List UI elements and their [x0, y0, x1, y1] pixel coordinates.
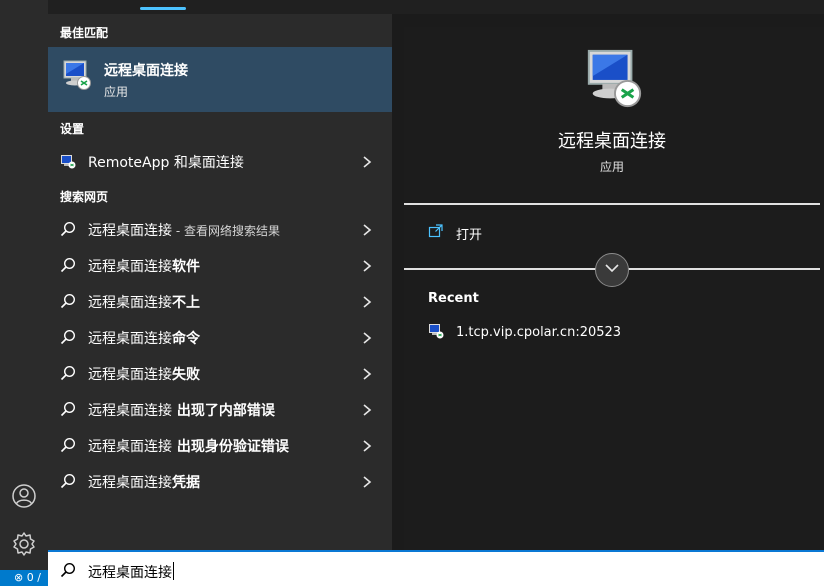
web-search-header: 搜索网页 [60, 190, 109, 204]
chevron-right-icon [360, 258, 374, 272]
web-result-highlight: 软件 [172, 259, 200, 275]
search-icon [60, 401, 76, 417]
search-icon [60, 437, 76, 453]
search-icon [60, 365, 76, 381]
chevron-right-icon [360, 330, 374, 344]
search-results-panel: 最佳匹配 远程桌面连接 应用 设置 RemoteApp 和桌面连接 搜索网页 远… [48, 14, 392, 550]
web-result-item[interactable]: 远程桌面连接不上 [48, 284, 392, 318]
web-result-text: 远程桌面连接 [88, 439, 172, 455]
settings-gear-icon[interactable] [10, 530, 38, 558]
account-icon[interactable] [10, 482, 38, 510]
web-result-hint: - 查看网络搜索结果 [172, 224, 280, 238]
tab-indicator [140, 7, 186, 10]
web-result-text: 远程桌面连接 [88, 259, 172, 275]
remote-desktop-icon [62, 59, 92, 95]
chevron-right-icon [360, 222, 374, 236]
web-result-item[interactable]: 远程桌面连接 - 查看网络搜索结果 [48, 212, 392, 246]
status-indicator: ⊗ 0 / [0, 570, 48, 586]
search-icon [60, 562, 76, 582]
web-result-item[interactable]: 远程桌面连接软件 [48, 248, 392, 282]
web-result-item[interactable]: 远程桌面连接 出现身份验证错误 [48, 428, 392, 462]
settings-header: 设置 [60, 122, 85, 136]
web-result-item[interactable]: 远程桌面连接失败 [48, 356, 392, 390]
divider [404, 203, 820, 205]
web-result-item[interactable]: 远程桌面连接凭据 [48, 464, 392, 498]
chevron-right-icon [360, 154, 374, 168]
settings-item-label: RemoteApp 和桌面连接 [88, 155, 244, 171]
search-input[interactable]: 远程桌面连接 [88, 565, 172, 581]
search-icon [60, 473, 76, 489]
search-icon [60, 221, 76, 237]
best-match-title: 远程桌面连接 [104, 63, 188, 79]
app-name: 远程桌面连接 [558, 131, 666, 152]
search-icon [60, 329, 76, 345]
best-match-item[interactable]: 远程桌面连接 应用 [48, 47, 392, 112]
search-box[interactable]: 远程桌面连接 [48, 550, 824, 586]
web-result-item[interactable]: 远程桌面连接 出现了内部错误 [48, 392, 392, 426]
open-label: 打开 [456, 228, 483, 243]
web-result-highlight: 出现身份验证错误 [172, 439, 289, 455]
chevron-down-icon [603, 259, 621, 281]
best-match-subtitle: 应用 [104, 85, 129, 99]
app-detail-panel: 远程桌面连接 应用 打开 Recent 1.tcp.vip.cpolar.cn:… [404, 27, 824, 550]
web-result-text: 远程桌面连接 [88, 475, 172, 491]
chevron-right-icon [360, 294, 374, 308]
search-icon [60, 257, 76, 273]
web-result-highlight: 出现了内部错误 [172, 403, 275, 419]
web-result-text: 远程桌面连接 [88, 295, 172, 311]
web-result-text: 远程桌面连接 [88, 403, 172, 419]
web-result-text: 远程桌面连接 [88, 223, 172, 239]
web-result-text: 远程桌面连接 [88, 331, 172, 347]
taskbar-side-strip [0, 0, 48, 586]
settings-item-remoteapp[interactable]: RemoteApp 和桌面连接 [48, 144, 392, 178]
chevron-right-icon [360, 438, 374, 452]
web-result-highlight: 失败 [172, 367, 200, 383]
app-type: 应用 [599, 160, 624, 174]
top-bar [48, 0, 824, 14]
web-result-text: 远程桌面连接 [88, 367, 172, 383]
remote-desktop-icon [584, 47, 644, 113]
best-match-header: 最佳匹配 [60, 26, 109, 40]
remoteapp-icon [60, 153, 76, 169]
search-icon [60, 293, 76, 309]
open-icon [428, 223, 444, 243]
web-result-item[interactable]: 远程桌面连接命令 [48, 320, 392, 354]
chevron-right-icon [360, 474, 374, 488]
text-caret [173, 562, 174, 580]
remote-connection-icon [428, 323, 444, 343]
recent-header: Recent [428, 291, 479, 306]
web-result-highlight: 不上 [172, 295, 200, 311]
web-result-highlight: 命令 [172, 331, 200, 347]
web-result-highlight: 凭据 [172, 475, 200, 491]
expand-button[interactable] [595, 253, 629, 287]
chevron-right-icon [360, 366, 374, 380]
recent-item-label: 1.tcp.vip.cpolar.cn:20523 [456, 325, 622, 340]
chevron-right-icon [360, 402, 374, 416]
